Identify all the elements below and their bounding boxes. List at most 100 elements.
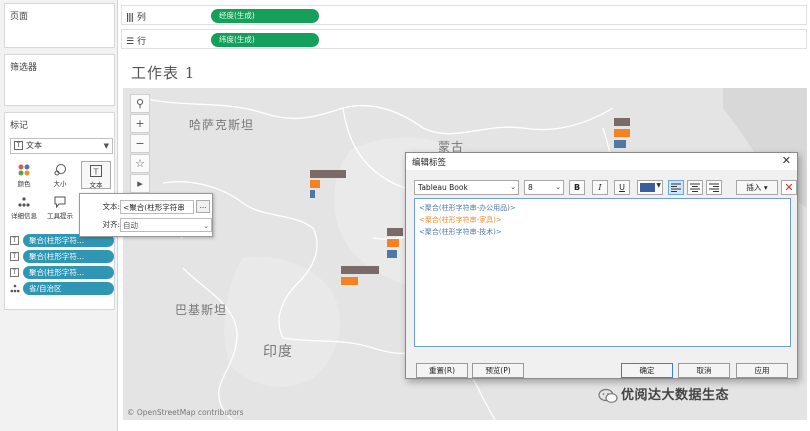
search-icon[interactable]: ⚲ <box>130 94 150 113</box>
editor-line: <聚合(柱形字符串-技术)> <box>419 228 502 236</box>
cancel-button[interactable]: 取消 <box>678 363 730 378</box>
text-field[interactable]: <聚合(柱形字符串 <box>120 200 194 214</box>
columns-shelf[interactable]: ||| 列 经度(生成) <box>121 5 807 25</box>
dialog-titlebar[interactable]: 编辑标签 ✕ <box>406 153 797 170</box>
rows-label: 行 <box>137 37 147 47</box>
align-center-icon <box>690 183 700 192</box>
zoom-in-icon[interactable]: + <box>130 114 150 133</box>
rows-pill[interactable]: 纬度(生成) <box>211 33 319 47</box>
chevron-down-icon: ▾ <box>763 183 768 192</box>
label-text-editor[interactable]: <聚合(柱形字符串-办公用品)> <聚合(柱形字符串-家具)> <聚合(柱形字符… <box>414 198 791 347</box>
font-color-picker[interactable]: ▼ <box>637 180 663 195</box>
watermark-text: 优阅达大数据生态 <box>621 388 730 403</box>
mark-type-label: 文本 <box>26 141 42 150</box>
map-toolbar: ⚲ + − ☆ ▸ <box>130 94 152 194</box>
chevron-down-icon: ⌄ <box>510 183 516 191</box>
text-button[interactable]: T 文本 <box>81 161 111 189</box>
columns-shelf-label: ||| 列 <box>126 10 146 23</box>
wechat-icon <box>598 388 618 403</box>
mark-pill[interactable]: 省/自治区 <box>23 282 114 295</box>
chevron-down-icon: ▼ <box>656 182 661 189</box>
map-mark-bar <box>387 250 397 258</box>
map-mark-bar <box>387 239 399 247</box>
ok-button[interactable]: 确定 <box>621 363 673 378</box>
map-mark-bar <box>310 170 346 178</box>
size-button[interactable]: 大小 <box>45 161 75 189</box>
align-select[interactable]: 自动 ⌄ <box>120 218 212 232</box>
tooltip-button[interactable]: 工具提示 <box>45 193 75 221</box>
more-button[interactable]: ... <box>196 200 210 213</box>
editor-line: <聚合(柱形字符串-办公用品)> <box>419 204 516 212</box>
underline-button[interactable]: U <box>614 180 630 195</box>
map-mark-bar <box>310 180 320 188</box>
filters-title: 筛选器 <box>10 63 38 73</box>
color-dots-icon <box>18 164 30 176</box>
mark-type-select[interactable]: T 文本 ▼ <box>10 138 113 154</box>
rows-icon: ☰ <box>126 37 134 47</box>
text-icon: T <box>10 268 19 277</box>
pin-icon[interactable]: ☆ <box>130 154 150 173</box>
color-button-label: 颜色 <box>17 180 31 188</box>
mark-pill-row: T 聚合(柱形字符... <box>10 250 114 263</box>
map-label-kazakhstan: 哈萨克斯坦 <box>189 118 255 132</box>
clear-icon[interactable]: ✕ <box>781 180 797 195</box>
mark-pill[interactable]: 聚合(柱形字符... <box>23 250 114 263</box>
filters-card[interactable]: 筛选器 <box>4 54 115 106</box>
svg-text:T: T <box>93 168 99 177</box>
columns-icon: ||| <box>126 13 134 23</box>
pan-arrow-icon[interactable]: ▸ <box>130 174 150 193</box>
font-value: Tableau Book <box>418 183 468 192</box>
watermark: 优阅达大数据生态 <box>598 384 729 404</box>
rows-shelf-label: ☰ 行 <box>126 34 146 47</box>
preview-button[interactable]: 预览(P) <box>472 363 524 378</box>
map-label-pakistan: 巴基斯坦 <box>175 303 228 317</box>
text-icon: T <box>90 165 102 177</box>
font-select[interactable]: Tableau Book ⌄ <box>414 180 519 195</box>
detail-icon <box>18 197 30 207</box>
zoom-out-icon[interactable]: − <box>130 134 150 153</box>
italic-button[interactable]: I <box>592 180 608 195</box>
text-icon: T <box>10 236 19 245</box>
detail-button[interactable]: 详细信息 <box>9 193 39 221</box>
dialog-title: 编辑标签 <box>412 158 447 168</box>
columns-label: 列 <box>136 13 146 23</box>
bold-button[interactable]: B <box>569 180 585 195</box>
map-mark-bar <box>341 277 358 285</box>
close-icon[interactable]: ✕ <box>782 154 791 167</box>
text-icon: T <box>10 252 19 261</box>
text-mark-popup: 文本: <聚合(柱形字符串 ... 对齐: 自动 ⌄ <box>79 193 213 237</box>
font-size-value: 8 <box>528 183 533 192</box>
apply-button[interactable]: 应用 <box>736 363 788 378</box>
align-left-button[interactable] <box>668 180 684 195</box>
marks-title: 标记 <box>10 121 29 131</box>
chevron-down-icon: ⌄ <box>203 222 209 230</box>
reset-button[interactable]: 重置(R) <box>416 363 468 378</box>
chevron-down-icon: ⌄ <box>555 183 561 191</box>
text-button-label: 文本 <box>89 181 103 189</box>
insert-button[interactable]: 插入 ▾ <box>736 180 778 195</box>
mark-pill[interactable]: 聚合(柱形字符... <box>23 266 114 279</box>
map-mark-bar <box>341 266 379 274</box>
map-mark-bar <box>387 228 403 236</box>
font-size-select[interactable]: 8 ⌄ <box>524 180 564 195</box>
rows-shelf[interactable]: ☰ 行 纬度(生成) <box>121 29 807 49</box>
detail-icon <box>10 284 20 293</box>
text-field-label: 文本: <box>102 202 120 211</box>
color-button[interactable]: 颜色 <box>9 161 39 189</box>
chevron-down-icon: ▼ <box>103 142 109 150</box>
size-icon <box>54 164 66 176</box>
pages-card[interactable]: 页面 <box>4 3 115 48</box>
mark-pill-row: 省/自治区 <box>10 282 114 295</box>
pages-title: 页面 <box>10 12 29 22</box>
map-mark-bar <box>614 140 626 148</box>
columns-pill[interactable]: 经度(生成) <box>211 9 319 23</box>
map-mark-bar <box>614 118 630 126</box>
align-right-button[interactable] <box>706 180 722 195</box>
align-center-button[interactable] <box>687 180 703 195</box>
insert-label: 插入 <box>746 183 762 192</box>
tooltip-icon <box>54 196 66 209</box>
format-toolbar: Tableau Book ⌄ 8 ⌄ B I U ▼ 插入 ▾ ✕ <box>414 180 797 196</box>
align-label: 对齐: <box>102 220 120 229</box>
mark-pill-row: T 聚合(柱形字符... <box>10 266 114 279</box>
align-value: 自动 <box>123 221 138 230</box>
